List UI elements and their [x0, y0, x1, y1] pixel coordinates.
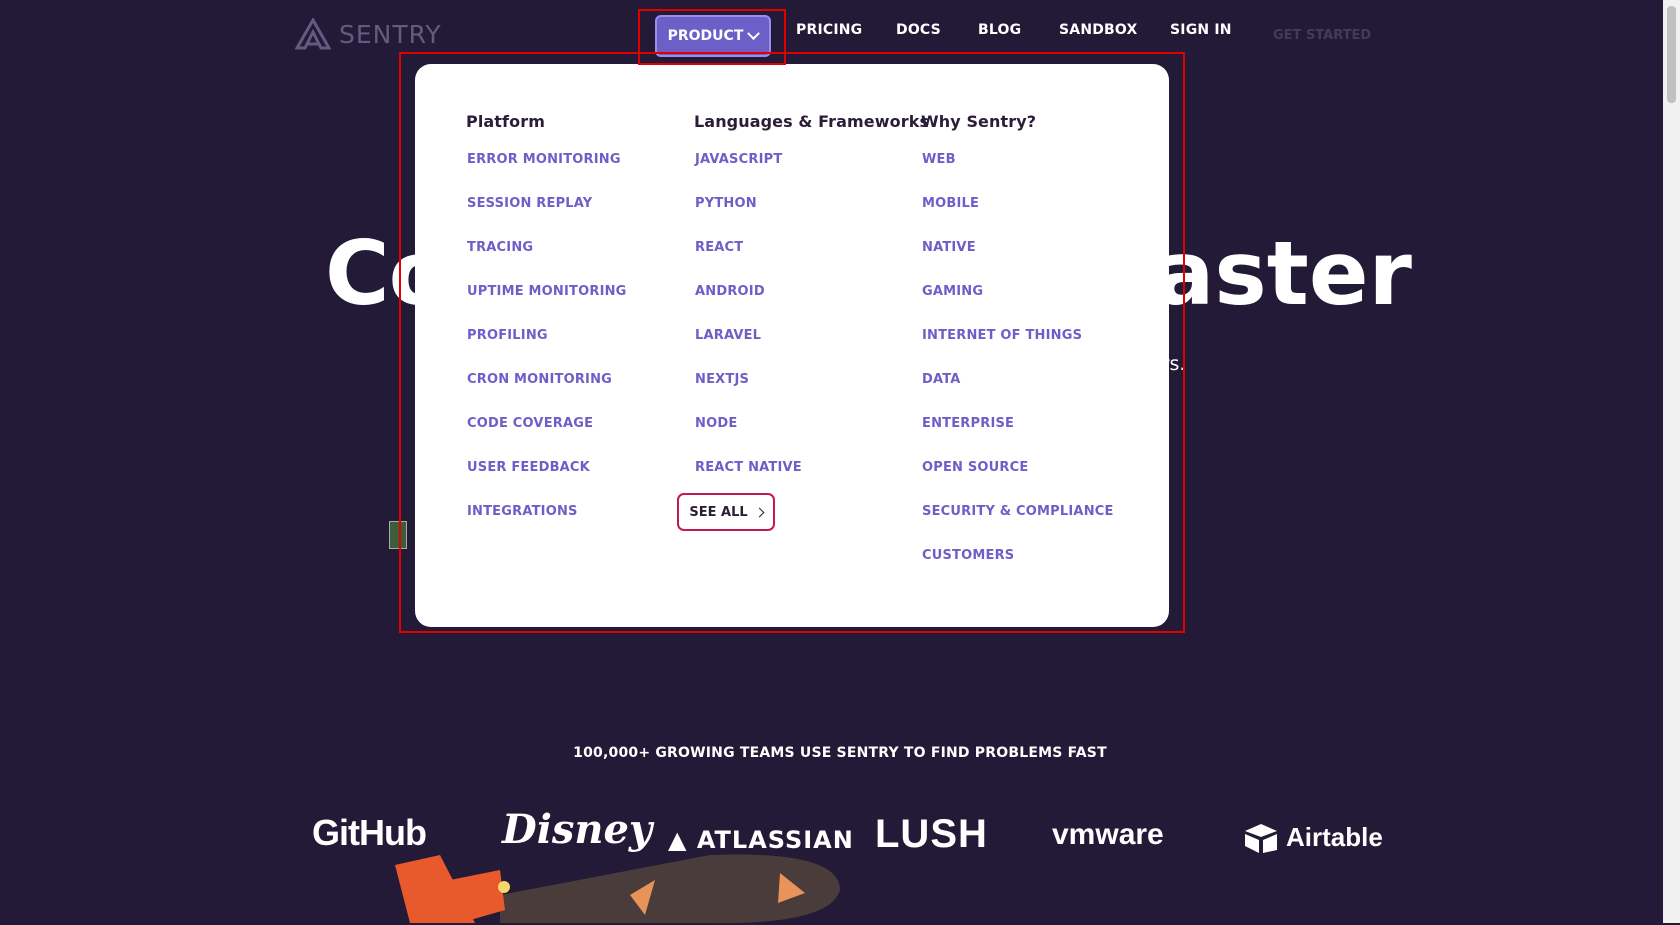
link-integrations[interactable]: INTEGRATIONS	[467, 503, 627, 547]
link-enterprise[interactable]: ENTERPRISE	[922, 415, 1114, 459]
link-nextjs[interactable]: NEXTJS	[695, 371, 929, 415]
link-security-compliance[interactable]: SECURITY & COMPLIANCE	[922, 503, 1114, 547]
link-data[interactable]: DATA	[922, 371, 1114, 415]
link-mobile[interactable]: MOBILE	[922, 195, 1114, 239]
get-started-button[interactable]: GET STARTED	[1273, 28, 1371, 43]
airtable-logo-icon	[1245, 824, 1277, 853]
link-profiling[interactable]: PROFILING	[467, 327, 627, 371]
sentry-logo-text: SENTRY	[339, 19, 442, 49]
telescope-illustration	[395, 854, 840, 924]
link-laravel[interactable]: LARAVEL	[695, 327, 929, 371]
link-android[interactable]: ANDROID	[695, 283, 929, 327]
link-cron-monitoring[interactable]: CRON MONITORING	[467, 371, 627, 415]
link-gaming[interactable]: GAMING	[922, 283, 1114, 327]
why-sentry-column: Why Sentry? WEB MOBILE NATIVE GAMING INT…	[921, 112, 1114, 591]
product-dropdown-menu: Platform ERROR MONITORING SESSION REPLAY…	[415, 64, 1169, 627]
languages-heading: Languages & Frameworks	[694, 112, 930, 131]
see-all-label: SEE ALL	[689, 504, 748, 520]
nav-docs[interactable]: DOCS	[896, 22, 941, 38]
logo-lush: LUSH	[875, 812, 988, 856]
nav-product-label: PRODUCT	[667, 28, 744, 44]
why-sentry-heading: Why Sentry?	[921, 112, 1037, 131]
nav-pricing[interactable]: PRICING	[796, 22, 862, 38]
link-session-replay[interactable]: SESSION REPLAY	[467, 195, 627, 239]
logo-vmware: vmware	[1052, 818, 1164, 851]
teams-headline: 100,000+ GROWING TEAMS USE SENTRY TO FIN…	[573, 745, 1107, 761]
hero-title-right: aster	[1155, 222, 1412, 325]
link-react[interactable]: REACT	[695, 239, 929, 283]
link-internet-of-things[interactable]: INTERNET OF THINGS	[922, 327, 1114, 371]
link-customers[interactable]: CUSTOMERS	[922, 547, 1114, 591]
nav-sign-in[interactable]: SIGN IN	[1170, 22, 1232, 38]
nav-product-button[interactable]: PRODUCT	[655, 15, 771, 57]
link-tracing[interactable]: TRACING	[467, 239, 627, 283]
link-node[interactable]: NODE	[695, 415, 929, 459]
scrollbar-thumb[interactable]	[1667, 6, 1676, 103]
sentry-logo-icon	[295, 18, 331, 50]
page-scrollbar[interactable]	[1663, 0, 1680, 923]
broken-image-icon	[389, 521, 407, 549]
link-python[interactable]: PYTHON	[695, 195, 929, 239]
platform-heading: Platform	[466, 112, 545, 131]
nav-sandbox[interactable]: SANDBOX	[1059, 22, 1138, 38]
link-user-feedback[interactable]: USER FEEDBACK	[467, 459, 627, 503]
link-uptime-monitoring[interactable]: UPTIME MONITORING	[467, 283, 627, 327]
link-javascript[interactable]: JAVASCRIPT	[695, 151, 929, 195]
sentry-logo[interactable]: SENTRY	[295, 18, 442, 50]
languages-column: Languages & Frameworks JAVASCRIPT PYTHON…	[694, 112, 930, 503]
see-all-button[interactable]: SEE ALL	[677, 493, 775, 531]
link-web[interactable]: WEB	[922, 151, 1114, 195]
chevron-right-icon	[754, 507, 765, 517]
link-open-source[interactable]: OPEN SOURCE	[922, 459, 1114, 503]
link-native[interactable]: NATIVE	[922, 239, 1114, 283]
link-error-monitoring[interactable]: ERROR MONITORING	[467, 151, 627, 195]
chevron-down-icon	[747, 26, 761, 40]
nav-blog[interactable]: BLOG	[978, 22, 1021, 38]
link-code-coverage[interactable]: CODE COVERAGE	[467, 415, 627, 459]
platform-column: Platform ERROR MONITORING SESSION REPLAY…	[466, 112, 627, 547]
logo-airtable-text: Airtable	[1286, 822, 1383, 852]
